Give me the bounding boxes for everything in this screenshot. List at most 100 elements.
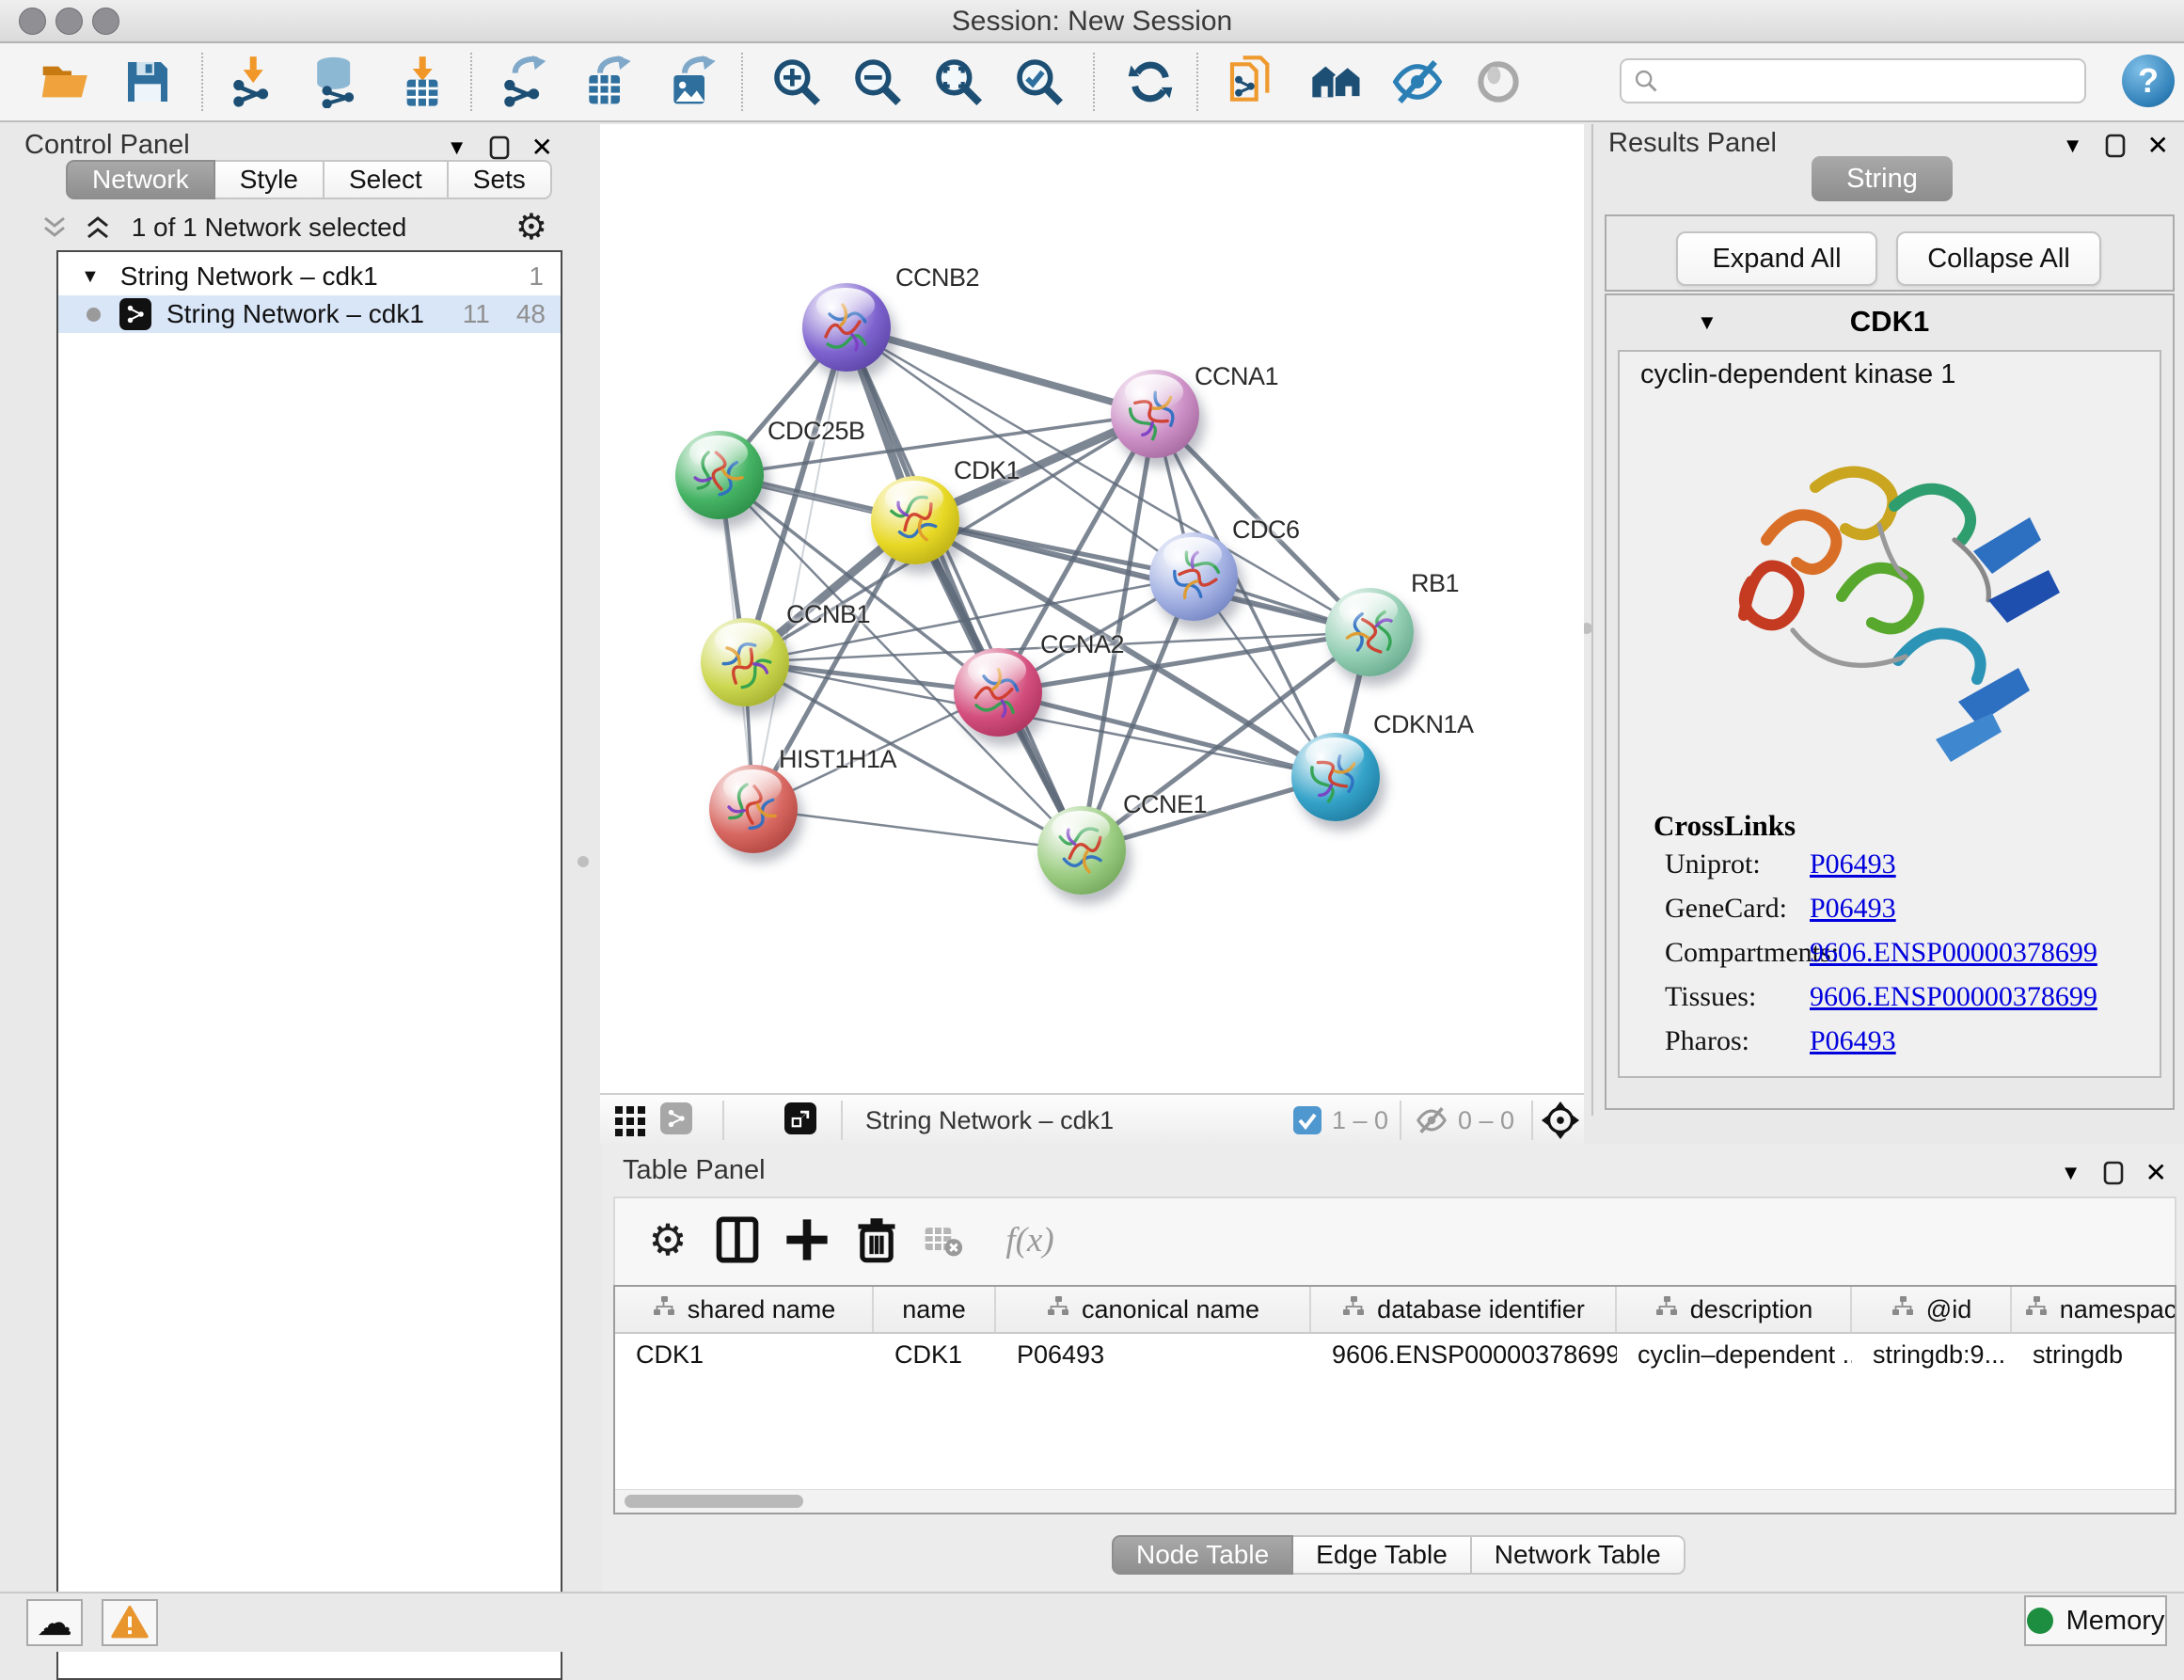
network-node-ccna2[interactable] <box>954 648 1042 737</box>
gene-collapse-icon[interactable]: ▼ <box>1697 310 1717 335</box>
left-splitter-handle[interactable] <box>578 856 589 867</box>
table-cell[interactable]: CDK1 <box>874 1340 996 1370</box>
collection-expand-icon[interactable]: ▼ <box>81 266 100 288</box>
table-cell[interactable]: P06493 <box>996 1340 1311 1370</box>
float-panel-icon[interactable] <box>2102 1160 2125 1186</box>
collapse-all-label: Collapse All <box>1927 244 2070 275</box>
network-list: ▼ String Network – cdk1 1 String Network… <box>56 250 562 1680</box>
network-node-hist1h1a[interactable] <box>709 765 798 853</box>
float-panel-icon[interactable] <box>2104 133 2127 159</box>
crosslink-link[interactable]: P06493 <box>1810 893 1896 925</box>
delete-row-trash-icon[interactable] <box>852 1215 901 1264</box>
panel-menu-icon[interactable]: ▼ <box>2063 134 2083 158</box>
table-settings-gear-icon[interactable]: ⚙ <box>643 1215 692 1264</box>
crosslink-link[interactable]: 9606.ENSP00000378699 <box>1810 937 2097 969</box>
scrollbar-thumb[interactable] <box>625 1495 803 1508</box>
network-node-rb1[interactable] <box>1325 588 1414 676</box>
column-label: description <box>1690 1295 1813 1324</box>
add-row-icon[interactable] <box>783 1215 831 1264</box>
network-node-cdkn1a[interactable] <box>1291 733 1380 821</box>
network-node-cdc6[interactable] <box>1149 532 1238 621</box>
column-header-name[interactable]: name <box>874 1287 996 1332</box>
crosslink-link[interactable]: P06493 <box>1810 1025 1896 1057</box>
import-table-icon[interactable] <box>395 55 450 109</box>
table-cell[interactable]: CDK1 <box>615 1340 874 1370</box>
open-session-icon[interactable] <box>38 55 92 109</box>
selected-count-checkbox-icon[interactable] <box>1292 1105 1322 1135</box>
fit-content-crosshair-icon[interactable] <box>1541 1101 1580 1140</box>
float-panel-icon[interactable] <box>488 135 511 161</box>
table-cell[interactable]: stringdb <box>2012 1340 2176 1370</box>
collapse-all-button[interactable]: Collapse All <box>1896 231 2101 286</box>
network-collection-row[interactable]: ▼ String Network – cdk1 1 <box>58 258 561 295</box>
network-node-cdc25b[interactable] <box>675 431 764 519</box>
column-header-shared-name[interactable]: shared name <box>615 1287 874 1332</box>
hidden-count-eye-icon[interactable] <box>1415 1104 1448 1136</box>
network-row-selected[interactable]: String Network – cdk1 11 48 <box>58 295 561 333</box>
network-view-canvas[interactable]: CCNB2CCNA1CDC25BCDK1CDC6RB1CCNB1CCNA2CDK… <box>600 124 1584 1093</box>
column-header-description[interactable]: description <box>1617 1287 1852 1332</box>
help-icon[interactable]: ? <box>2122 55 2175 107</box>
column-header-database-identifier[interactable]: database identifier <box>1311 1287 1617 1332</box>
zoom-out-icon[interactable] <box>850 55 905 109</box>
grid-view-icon[interactable] <box>613 1104 647 1138</box>
table-cell[interactable]: stringdb:9... <box>1852 1340 2012 1370</box>
toggle-column-icon[interactable] <box>713 1215 762 1264</box>
import-network-database-icon[interactable] <box>309 55 363 109</box>
close-panel-icon[interactable]: ✕ <box>531 132 553 163</box>
birdseye-view-icon[interactable] <box>784 1102 816 1134</box>
table-horizontal-scrollbar[interactable] <box>615 1489 2175 1513</box>
node-label: RB1 <box>1411 569 1459 598</box>
zoom-selected-icon[interactable] <box>1012 55 1067 109</box>
show-all-icon <box>1471 55 1526 109</box>
import-network-file-icon[interactable] <box>226 55 280 109</box>
network-from-selection-icon[interactable] <box>1225 55 1279 109</box>
cloud-status-button[interactable]: ☁ <box>26 1599 83 1646</box>
node-label: CCNA2 <box>1040 630 1124 659</box>
results-scroll-box: ▼ CDK1 cyclin-dependent kinase 1 <box>1605 293 2175 1110</box>
tab-network[interactable]: Network <box>66 160 215 199</box>
table-row[interactable]: CDK1CDK1P064939606.ENSP00000378699cyclin… <box>615 1334 2175 1375</box>
column-header--id[interactable]: @id <box>1852 1287 2012 1332</box>
network-node-ccnb2[interactable] <box>802 283 891 372</box>
panel-menu-icon[interactable]: ▼ <box>2061 1161 2081 1185</box>
warnings-button[interactable] <box>102 1599 158 1646</box>
table-panel-header-icons: ▼ ✕ <box>2061 1157 2167 1188</box>
tab-style[interactable]: Style <box>215 160 324 199</box>
node-table[interactable]: shared namenamecanonical namedatabase id… <box>613 1285 2176 1514</box>
expand-all-button[interactable]: Expand All <box>1676 231 1877 286</box>
hide-selected-icon[interactable] <box>1390 55 1445 109</box>
network-node-cdk1[interactable] <box>871 476 959 564</box>
network-node-ccne1[interactable] <box>1037 806 1126 895</box>
export-network-icon[interactable] <box>497 55 551 109</box>
tab-string[interactable]: String <box>1812 156 1953 201</box>
export-image-icon[interactable] <box>664 55 719 109</box>
panel-menu-icon[interactable]: ▼ <box>447 135 467 160</box>
first-neighbors-icon[interactable] <box>1309 55 1364 109</box>
export-table-icon[interactable] <box>579 55 634 109</box>
search-input[interactable] <box>1620 58 2086 103</box>
crosslink-link[interactable]: 9606.ENSP00000378699 <box>1810 981 2097 1013</box>
tab-node-table[interactable]: Node Table <box>1112 1535 1293 1575</box>
tab-network-table[interactable]: Network Table <box>1472 1535 1685 1575</box>
column-header-canonical-name[interactable]: canonical name <box>996 1287 1311 1332</box>
memory-button[interactable]: Memory <box>2024 1595 2167 1646</box>
network-options-gear-icon[interactable]: ⚙ <box>515 209 547 245</box>
gene-section-header[interactable]: ▼ CDK1 <box>1606 305 2173 339</box>
table-cell[interactable]: cyclin–dependent ... <box>1617 1340 1852 1370</box>
tab-edge-table[interactable]: Edge Table <box>1293 1535 1472 1575</box>
table-cell[interactable]: 9606.ENSP00000378699 <box>1311 1340 1617 1370</box>
close-panel-icon[interactable]: ✕ <box>2145 1157 2167 1188</box>
apply-layout-icon[interactable] <box>1123 55 1178 109</box>
network-node-ccna1[interactable] <box>1111 370 1199 458</box>
close-panel-icon[interactable]: ✕ <box>2147 130 2169 161</box>
save-session-icon[interactable] <box>120 55 175 109</box>
network-node-ccnb1[interactable] <box>701 618 789 706</box>
zoom-in-icon[interactable] <box>769 55 824 109</box>
collection-label: String Network – cdk1 <box>120 262 378 292</box>
column-header-namespac[interactable]: namespac <box>2012 1287 2176 1332</box>
tab-select[interactable]: Select <box>324 160 449 199</box>
tab-sets[interactable]: Sets <box>449 160 552 199</box>
zoom-fit-icon[interactable] <box>931 55 986 109</box>
crosslink-link[interactable]: P06493 <box>1810 848 1896 880</box>
